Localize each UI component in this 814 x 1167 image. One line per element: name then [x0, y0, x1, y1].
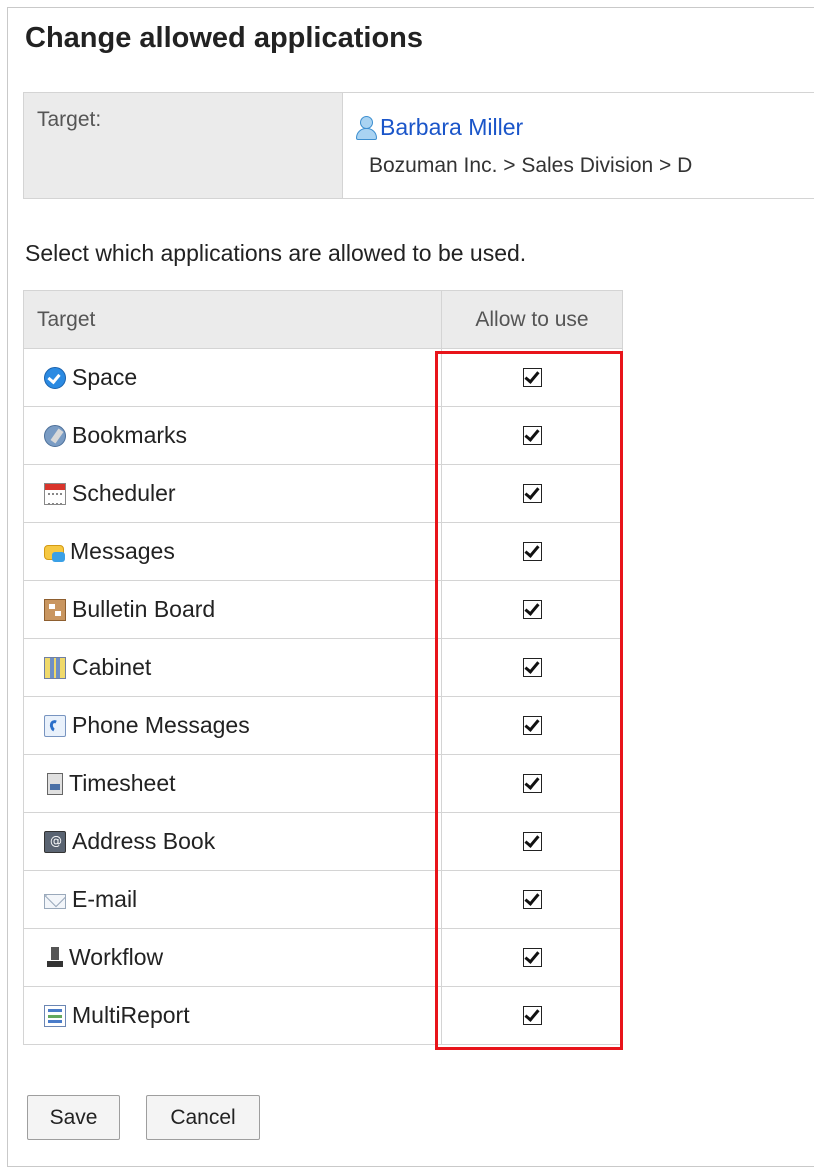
table-row: E-mail	[23, 870, 623, 929]
table-row: Phone Messages	[23, 696, 623, 755]
address-book-icon	[44, 830, 66, 853]
allow-checkbox[interactable]	[522, 368, 542, 387]
app-name-cell: Messages	[23, 522, 442, 581]
table-row: Bulletin Board	[23, 580, 623, 639]
table-header-row: Target Allow to use	[23, 290, 623, 349]
app-name-cell: Cabinet	[23, 638, 442, 697]
app-name-label: Phone Messages	[72, 712, 250, 738]
app-name-cell: Timesheet	[23, 754, 442, 813]
app-name-label: Bulletin Board	[72, 596, 216, 622]
scheduler-icon	[44, 482, 66, 505]
allow-cell	[441, 406, 623, 465]
allow-cell	[441, 580, 623, 639]
allow-checkbox[interactable]	[522, 426, 542, 445]
allow-cell	[441, 812, 623, 871]
column-header-target: Target	[23, 290, 442, 349]
applications-table-body: Space Bookmarks Scheduler Messages Bulletin …	[23, 348, 623, 1045]
app-name-cell: MultiReport	[23, 986, 442, 1045]
target-org-path: Bozuman Inc. > Sales Division > D	[369, 154, 693, 177]
phone-messages-icon	[44, 714, 66, 737]
app-name-cell: Space	[23, 348, 442, 407]
allow-cell	[441, 348, 623, 407]
workflow-icon	[47, 946, 63, 969]
table-row: Scheduler	[23, 464, 623, 523]
table-row: Bookmarks	[23, 406, 623, 465]
table-row: Workflow	[23, 928, 623, 987]
target-label: Target:	[24, 93, 343, 198]
allow-cell	[441, 696, 623, 755]
space-icon	[44, 366, 66, 389]
allow-cell	[441, 928, 623, 987]
allow-checkbox[interactable]	[522, 716, 542, 735]
target-user-link[interactable]: Barbara Miller	[380, 114, 523, 141]
app-name-label: Cabinet	[72, 654, 152, 680]
target-value: Barbara Miller Bozuman Inc. > Sales Divi…	[343, 93, 692, 198]
app-name-label: Timesheet	[69, 770, 176, 796]
allow-cell	[441, 754, 623, 813]
app-name-cell: Bookmarks	[23, 406, 442, 465]
bookmarks-icon	[44, 424, 66, 447]
allow-checkbox[interactable]	[522, 600, 542, 619]
app-name-label: Workflow	[69, 944, 164, 970]
app-name-cell: Scheduler	[23, 464, 442, 523]
messages-icon	[44, 545, 65, 562]
table-row: Space	[23, 348, 623, 407]
app-name-label: E-mail	[72, 886, 138, 912]
allow-checkbox[interactable]	[522, 484, 542, 503]
bulletin-board-icon	[44, 598, 66, 621]
column-header-allow: Allow to use	[441, 290, 623, 349]
app-name-label: Scheduler	[72, 480, 176, 506]
app-name-cell: E-mail	[23, 870, 442, 929]
allow-checkbox[interactable]	[522, 832, 542, 851]
allow-cell	[441, 870, 623, 929]
allow-cell	[441, 986, 623, 1045]
cancel-button[interactable]: Cancel	[146, 1095, 260, 1140]
table-row: MultiReport	[23, 986, 623, 1045]
instruction-text: Select which applications are allowed to…	[25, 240, 527, 266]
allow-cell	[441, 522, 623, 581]
app-name-label: Space	[72, 364, 138, 390]
app-name-label: Address Book	[72, 828, 216, 854]
email-icon	[44, 893, 66, 909]
app-name-cell: Workflow	[23, 928, 442, 987]
allow-checkbox[interactable]	[522, 542, 542, 561]
app-name-label: Messages	[70, 538, 175, 564]
allow-checkbox[interactable]	[522, 774, 542, 793]
target-user: Barbara Miller	[355, 111, 692, 143]
table-row: Cabinet	[23, 638, 623, 697]
allow-checkbox[interactable]	[522, 948, 542, 967]
cabinet-icon	[44, 656, 66, 679]
table-row: Timesheet	[23, 754, 623, 813]
allow-checkbox[interactable]	[522, 890, 542, 909]
target-info-box: Target: Barbara Miller Bozuman Inc. > Sa…	[23, 92, 814, 199]
app-name-label: MultiReport	[72, 1002, 190, 1028]
allow-cell	[441, 464, 623, 523]
page-title: Change allowed applications	[25, 22, 424, 54]
allow-cell	[441, 638, 623, 697]
timesheet-icon	[47, 772, 63, 795]
app-name-cell: Bulletin Board	[23, 580, 442, 639]
table-row: Messages	[23, 522, 623, 581]
applications-table: Target Allow to use Space Bookmarks Schedu…	[23, 290, 623, 1045]
save-button[interactable]: Save	[27, 1095, 120, 1140]
app-name-cell: Address Book	[23, 812, 442, 871]
app-name-label: Bookmarks	[72, 422, 188, 448]
table-row: Address Book	[23, 812, 623, 871]
multireport-icon	[44, 1004, 66, 1027]
allow-checkbox[interactable]	[522, 1006, 542, 1025]
user-icon	[355, 114, 377, 140]
allow-checkbox[interactable]	[522, 658, 542, 677]
app-name-cell: Phone Messages	[23, 696, 442, 755]
